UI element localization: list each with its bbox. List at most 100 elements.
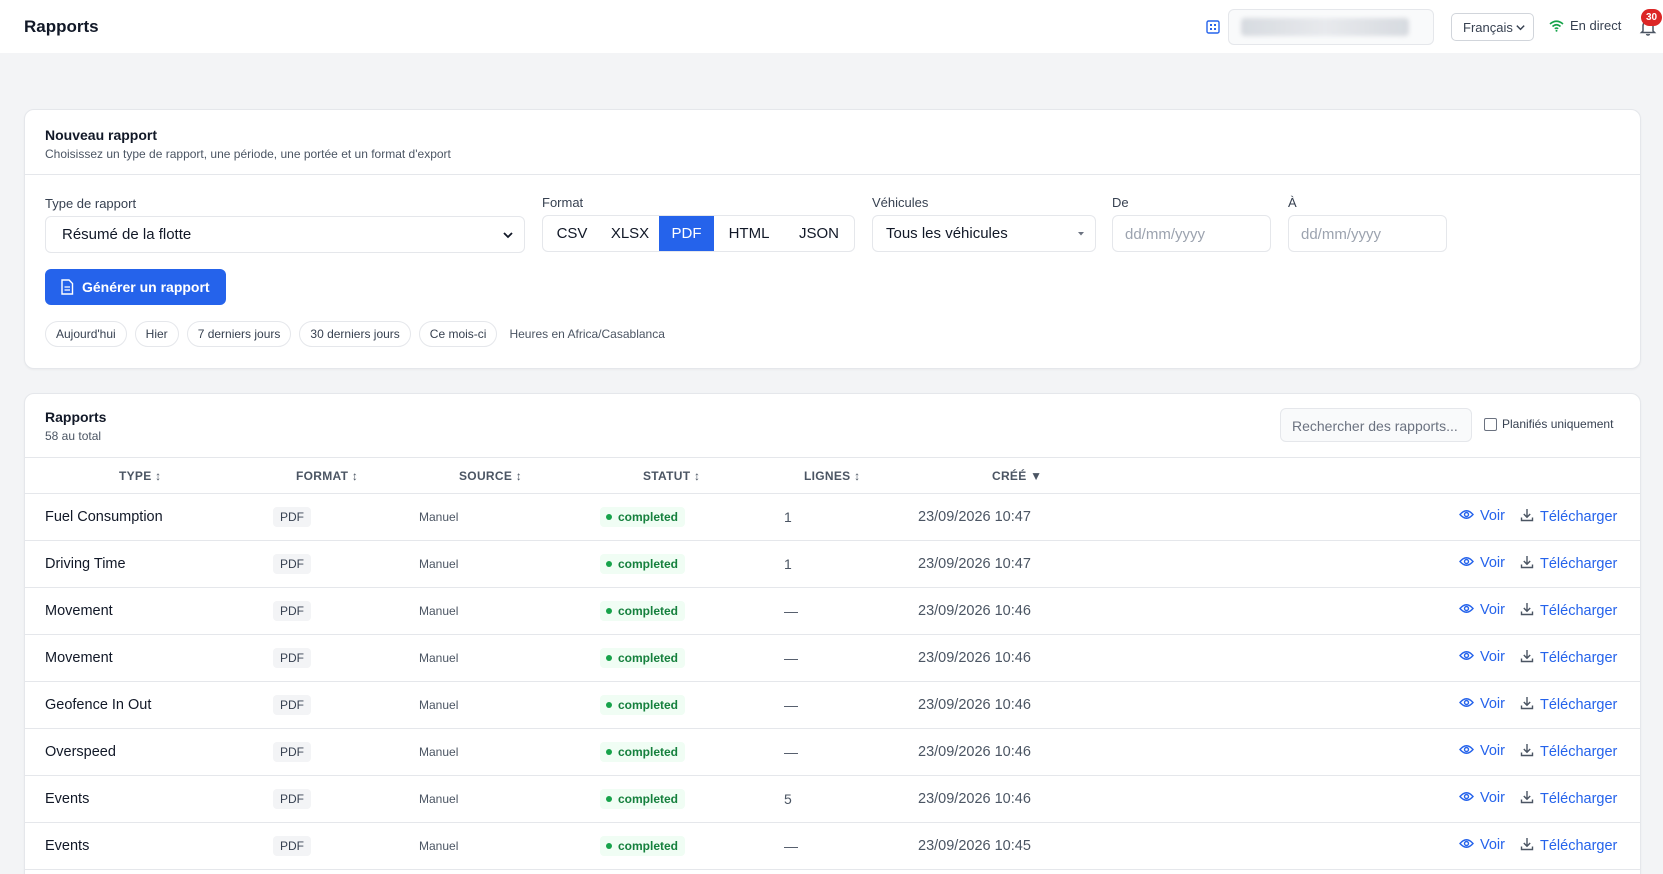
- organization-name-redacted: [1241, 18, 1409, 36]
- download-report-button[interactable]: Télécharger: [1520, 790, 1617, 808]
- scheduled-only-filter[interactable]: Planifiés uniquement: [1484, 417, 1613, 431]
- report-source-cell: Manuel: [419, 698, 459, 712]
- status-label: completed: [618, 510, 679, 524]
- status-label: completed: [618, 604, 679, 618]
- report-type-select[interactable]: Résumé de la flotte: [45, 216, 525, 253]
- organization-select[interactable]: [1228, 9, 1434, 45]
- format-option-html[interactable]: HTML: [714, 216, 784, 251]
- view-report-button[interactable]: Voir: [1459, 555, 1505, 571]
- column-header-format[interactable]: FORMAT ↕: [296, 469, 358, 483]
- new-report-title: Nouveau rapport: [45, 127, 158, 143]
- status-badge: completed: [600, 695, 686, 715]
- eye-icon: [1459, 696, 1474, 712]
- report-format-badge: PDF: [273, 695, 311, 715]
- report-lines-cell: —: [784, 697, 798, 713]
- download-report-button[interactable]: Télécharger: [1520, 649, 1617, 667]
- generate-report-label: Générer un rapport: [82, 279, 210, 295]
- range-chip-today[interactable]: Aujourd'hui: [45, 321, 127, 347]
- view-report-button[interactable]: Voir: [1459, 508, 1505, 524]
- download-report-button[interactable]: Télécharger: [1520, 696, 1617, 714]
- table-row: Driving Time PDF Manuel completed 1 23/09/202…: [25, 541, 1640, 588]
- download-label: Télécharger: [1540, 838, 1618, 854]
- format-option-csv[interactable]: CSV: [543, 216, 601, 251]
- notification-badge: 30: [1641, 9, 1662, 26]
- view-report-button[interactable]: Voir: [1459, 837, 1505, 853]
- view-label: Voir: [1480, 602, 1505, 618]
- from-date-label: De: [1112, 195, 1129, 210]
- column-header-status[interactable]: STATUT ↕: [643, 469, 700, 483]
- status-badge: completed: [600, 507, 686, 527]
- eye-icon: [1459, 837, 1474, 853]
- download-report-button[interactable]: Télécharger: [1520, 508, 1617, 526]
- table-row: Fuel Consumption PDF Manuel completed 1 23/09…: [25, 494, 1640, 541]
- status-badge: completed: [600, 836, 686, 856]
- download-icon: [1520, 837, 1534, 855]
- eye-icon: [1459, 508, 1474, 524]
- format-option-xlsx[interactable]: XLSX: [601, 216, 659, 251]
- table-row: Geofence In Out PDF Manuel completed — 23/09/…: [25, 682, 1640, 729]
- range-chip-this-month[interactable]: Ce mois-ci: [418, 321, 498, 347]
- status-badge: completed: [600, 648, 686, 668]
- format-selector: CSV XLSX PDF HTML JSON: [542, 215, 855, 252]
- view-label: Voir: [1480, 696, 1505, 712]
- status-dot-icon: [606, 561, 612, 567]
- download-report-button[interactable]: Télécharger: [1520, 837, 1617, 855]
- status-dot-icon: [606, 514, 612, 520]
- report-created-cell: 23/09/2026 10:46: [918, 744, 1031, 760]
- timezone-note: Heures en Africa/Casablanca: [509, 327, 665, 341]
- report-lines-cell: —: [784, 744, 798, 760]
- view-report-button[interactable]: Voir: [1459, 790, 1505, 806]
- from-date-input[interactable]: dd/mm/yyyy: [1112, 215, 1271, 252]
- range-chip-yesterday[interactable]: Hier: [134, 321, 179, 347]
- view-report-button[interactable]: Voir: [1459, 696, 1505, 712]
- view-report-button[interactable]: Voir: [1459, 602, 1505, 618]
- live-label: En direct: [1570, 18, 1622, 33]
- download-icon: [1520, 649, 1534, 667]
- range-chip-30-days[interactable]: 30 derniers jours: [299, 321, 411, 347]
- report-created-cell: 23/09/2026 10:45: [918, 838, 1031, 854]
- vehicles-label: Véhicules: [872, 195, 929, 210]
- scheduled-only-checkbox[interactable]: [1484, 417, 1497, 431]
- column-header-type[interactable]: TYPE ↕: [119, 469, 161, 483]
- report-format-badge: PDF: [273, 601, 311, 621]
- vehicles-select[interactable]: Tous les véhicules: [872, 215, 1096, 252]
- report-format-badge: PDF: [273, 648, 311, 668]
- report-lines-cell: 1: [784, 509, 792, 525]
- format-option-pdf[interactable]: PDF: [659, 216, 714, 251]
- report-format-badge: PDF: [273, 789, 311, 809]
- to-date-input[interactable]: dd/mm/yyyy: [1288, 215, 1447, 252]
- column-header-source[interactable]: SOURCE ↕: [459, 469, 522, 483]
- report-type-cell: Events: [45, 838, 90, 854]
- view-label: Voir: [1480, 790, 1505, 806]
- language-select[interactable]: Français: [1451, 13, 1534, 41]
- range-chip-7-days[interactable]: 7 derniers jours: [186, 321, 292, 347]
- report-format-badge: PDF: [273, 836, 311, 856]
- status-dot-icon: [606, 749, 612, 755]
- table-row: Events PDF Manuel completed — 23/09/2026 10:4…: [25, 823, 1640, 870]
- table-row: Movement PDF Manuel completed — 23/09/2026 10…: [25, 588, 1640, 635]
- view-report-button[interactable]: Voir: [1459, 743, 1505, 759]
- report-type-cell: Overspeed: [45, 744, 116, 760]
- new-report-card: Nouveau rapport Choisissez un type de ra…: [24, 109, 1641, 369]
- view-report-button[interactable]: Voir: [1459, 649, 1505, 665]
- generate-report-button[interactable]: Générer un rapport: [45, 269, 226, 305]
- reports-search-input[interactable]: Rechercher des rapports...: [1280, 408, 1472, 442]
- download-report-button[interactable]: Télécharger: [1520, 743, 1617, 761]
- caret-down-icon: [1078, 231, 1084, 235]
- column-header-created[interactable]: CRÉÉ ▼: [992, 469, 1042, 483]
- report-source-cell: Manuel: [419, 792, 459, 806]
- eye-icon: [1459, 602, 1474, 618]
- column-header-lines[interactable]: LIGNES ↕: [804, 469, 860, 483]
- format-option-json[interactable]: JSON: [784, 216, 854, 251]
- report-type-cell: Geofence In Out: [45, 697, 152, 713]
- reports-total: 58 au total: [45, 429, 102, 443]
- download-report-button[interactable]: Télécharger: [1520, 555, 1617, 573]
- eye-icon: [1459, 555, 1474, 571]
- table-row: Events PDF Manuel completed 5 23/09/2026 10:4…: [25, 776, 1640, 823]
- download-report-button[interactable]: Télécharger: [1520, 602, 1617, 620]
- eye-icon: [1459, 743, 1474, 759]
- report-source-cell: Manuel: [419, 604, 459, 618]
- chevron-down-icon: [1516, 25, 1525, 31]
- status-badge: completed: [600, 742, 686, 762]
- wifi-icon: [1549, 19, 1564, 32]
